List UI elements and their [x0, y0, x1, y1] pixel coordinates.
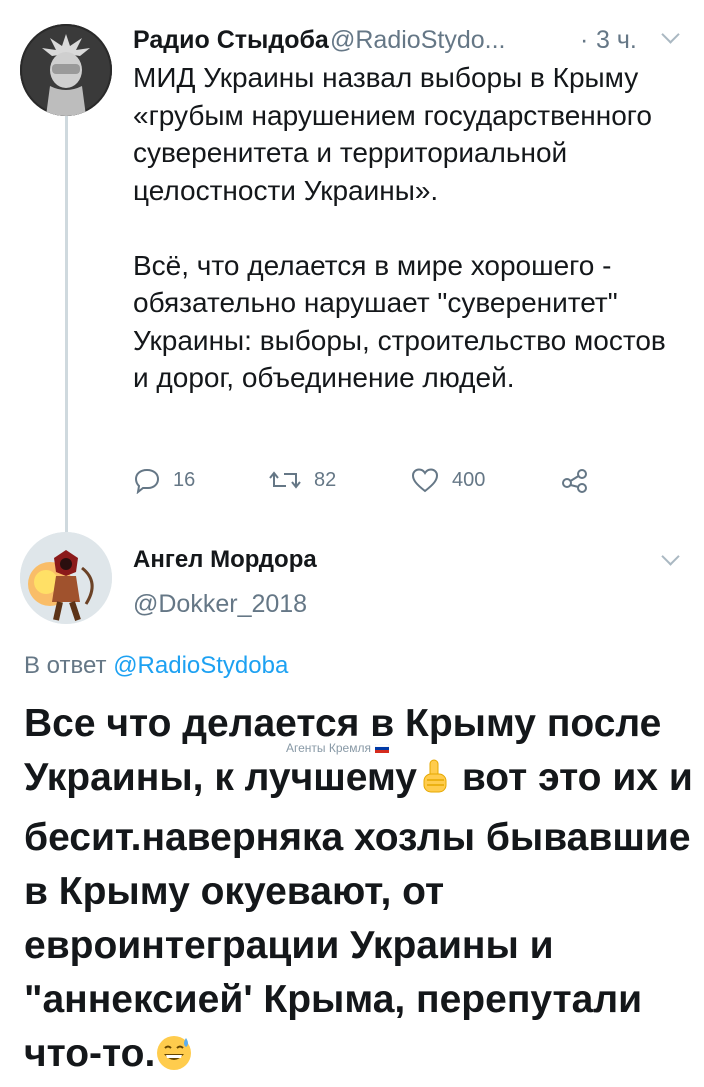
reply-icon	[134, 468, 160, 494]
tweet2-author-name[interactable]: Ангел Мордора	[133, 546, 317, 574]
share-action[interactable]	[560, 462, 590, 498]
tweet2-menu-chevron-icon[interactable]	[661, 547, 680, 566]
watermark: Агенты Кремля	[286, 741, 389, 755]
tweet1-menu-chevron-icon[interactable]	[661, 25, 680, 44]
tweet1-time[interactable]: 3 ч.	[596, 26, 637, 55]
avatar-radio-stydoba[interactable]	[20, 24, 112, 116]
reply-prefix: В ответ	[24, 652, 107, 679]
reply-to-link[interactable]: @RadioStydoba	[113, 652, 288, 679]
avatar-image	[20, 532, 112, 624]
retweet-count: 82	[314, 468, 337, 491]
share-icon	[562, 469, 587, 493]
tweet1-paragraph-1: МИД Украины назвал выборы в Крыму «грубы…	[133, 62, 652, 206]
avatar-angel-mordora[interactable]	[20, 532, 112, 624]
tweet2-text-part-2: вот это их и бесит.наверняка хозлы бывав…	[24, 756, 693, 1075]
tweet2-text: Все что делается в Крыму после Украины, …	[24, 697, 694, 1087]
grinning-sweat-emoji	[155, 1033, 193, 1087]
like-action[interactable]: 400	[410, 462, 485, 498]
like-icon	[411, 468, 439, 493]
russian-flag-icon	[374, 743, 389, 753]
tweet1-handle[interactable]: @RadioStydo...	[330, 26, 505, 55]
like-count: 400	[452, 468, 486, 491]
tweet1-paragraph-2: Всё, что делается в мире хорошего - обяз…	[133, 249, 666, 394]
reply-context: В ответ @RadioStydoba	[24, 652, 288, 680]
reply-action[interactable]: 16	[133, 462, 195, 498]
avatar-image	[20, 24, 112, 116]
tweet1-author-name[interactable]: Радио Стыдоба	[133, 26, 329, 55]
retweet-icon	[269, 471, 301, 489]
thread-connector-line	[65, 112, 68, 532]
pointing-up-emoji	[417, 757, 451, 811]
tweet1-text: МИД Украины назвал выборы в Крыму «грубы…	[133, 59, 688, 397]
retweet-action[interactable]: 82	[268, 462, 336, 498]
watermark-text: Агенты Кремля	[286, 741, 371, 755]
reply-count: 16	[173, 468, 196, 491]
tweet2-handle[interactable]: @Dokker_2018	[133, 590, 307, 619]
tweet1-separator: ·	[580, 26, 589, 54]
